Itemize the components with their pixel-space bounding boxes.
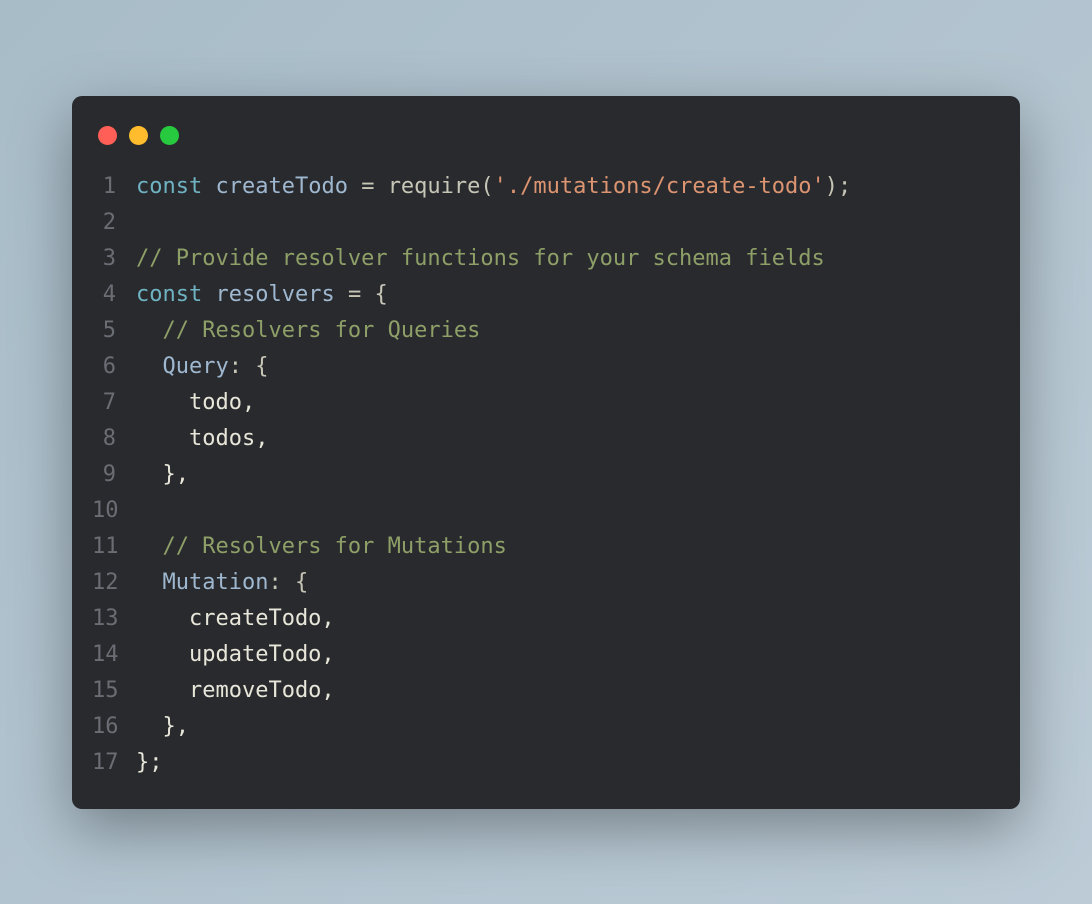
token-str: './mutations/create-todo' bbox=[494, 174, 825, 199]
code-line: 15 removeTodo, bbox=[92, 673, 990, 709]
token-punct: : { bbox=[229, 354, 269, 379]
code-line: 2 bbox=[92, 205, 990, 241]
code-line: 13 createTodo, bbox=[92, 601, 990, 637]
code-content: todos, bbox=[136, 421, 268, 457]
code-window: 1const createTodo = require('./mutations… bbox=[72, 96, 1020, 809]
token-kw: const bbox=[136, 282, 215, 307]
code-line: 8 todos, bbox=[92, 421, 990, 457]
line-number: 2 bbox=[92, 205, 136, 241]
code-line: 4const resolvers = { bbox=[92, 277, 990, 313]
code-line: 16 }, bbox=[92, 709, 990, 745]
token-plain bbox=[136, 570, 163, 595]
code-line: 14 updateTodo, bbox=[92, 637, 990, 673]
line-number: 5 bbox=[92, 313, 136, 349]
code-line: 3// Provide resolver functions for your … bbox=[92, 241, 990, 277]
window-titlebar bbox=[72, 120, 1020, 169]
token-ident: resolvers bbox=[215, 282, 334, 307]
code-line: 5 // Resolvers for Queries bbox=[92, 313, 990, 349]
token-plain: todo, bbox=[136, 390, 255, 415]
token-plain: }, bbox=[136, 714, 189, 739]
token-plain: removeTodo, bbox=[136, 678, 335, 703]
line-number: 16 bbox=[92, 709, 136, 745]
code-line: 9 }, bbox=[92, 457, 990, 493]
token-plain bbox=[348, 174, 361, 199]
close-icon[interactable] bbox=[98, 126, 117, 145]
code-content: removeTodo, bbox=[136, 673, 335, 709]
line-number: 11 bbox=[92, 529, 136, 565]
line-number: 15 bbox=[92, 673, 136, 709]
token-prop: Query bbox=[163, 354, 229, 379]
line-number: 3 bbox=[92, 241, 136, 277]
code-content: Query: { bbox=[136, 349, 268, 385]
token-punct: ); bbox=[825, 174, 852, 199]
line-number: 8 bbox=[92, 421, 136, 457]
code-content: Mutation: { bbox=[136, 565, 308, 601]
code-content: }, bbox=[136, 709, 189, 745]
code-line: 6 Query: { bbox=[92, 349, 990, 385]
code-content: // Resolvers for Queries bbox=[136, 313, 480, 349]
token-punct: ( bbox=[480, 174, 493, 199]
line-number: 14 bbox=[92, 637, 136, 673]
code-line: 17}; bbox=[92, 745, 990, 781]
token-comment: // Resolvers for Mutations bbox=[163, 534, 507, 559]
code-line: 7 todo, bbox=[92, 385, 990, 421]
token-plain bbox=[361, 282, 374, 307]
code-line: 12 Mutation: { bbox=[92, 565, 990, 601]
token-plain: }, bbox=[136, 462, 189, 487]
maximize-icon[interactable] bbox=[160, 126, 179, 145]
token-plain: createTodo, bbox=[136, 606, 335, 631]
code-editor[interactable]: 1const createTodo = require('./mutations… bbox=[72, 169, 1020, 781]
line-number: 7 bbox=[92, 385, 136, 421]
code-content: const resolvers = { bbox=[136, 277, 388, 313]
token-punct: : { bbox=[268, 570, 308, 595]
code-content: // Resolvers for Mutations bbox=[136, 529, 507, 565]
line-number: 9 bbox=[92, 457, 136, 493]
line-number: 12 bbox=[92, 565, 136, 601]
token-punct: { bbox=[374, 282, 387, 307]
token-plain bbox=[136, 534, 163, 559]
minimize-icon[interactable] bbox=[129, 126, 148, 145]
token-comment: // Resolvers for Queries bbox=[163, 318, 481, 343]
token-plain bbox=[136, 318, 163, 343]
code-content: todo, bbox=[136, 385, 255, 421]
line-number: 17 bbox=[92, 745, 136, 781]
code-line: 1const createTodo = require('./mutations… bbox=[92, 169, 990, 205]
token-plain: updateTodo, bbox=[136, 642, 335, 667]
token-plain bbox=[374, 174, 387, 199]
code-line: 11 // Resolvers for Mutations bbox=[92, 529, 990, 565]
token-punct: = bbox=[361, 174, 374, 199]
line-number: 13 bbox=[92, 601, 136, 637]
line-number: 10 bbox=[92, 493, 136, 529]
code-content: }; bbox=[136, 745, 163, 781]
token-plain: }; bbox=[136, 750, 163, 775]
line-number: 6 bbox=[92, 349, 136, 385]
token-fn: require bbox=[388, 174, 481, 199]
code-content: }, bbox=[136, 457, 189, 493]
code-content: const createTodo = require('./mutations/… bbox=[136, 169, 851, 205]
token-kw: const bbox=[136, 174, 215, 199]
token-prop: Mutation bbox=[163, 570, 269, 595]
code-line: 10 bbox=[92, 493, 990, 529]
code-content: createTodo, bbox=[136, 601, 335, 637]
token-ident: createTodo bbox=[215, 174, 347, 199]
line-number: 1 bbox=[92, 169, 136, 205]
code-content: updateTodo, bbox=[136, 637, 335, 673]
code-content: // Provide resolver functions for your s… bbox=[136, 241, 825, 277]
token-comment: // Provide resolver functions for your s… bbox=[136, 246, 825, 271]
line-number: 4 bbox=[92, 277, 136, 313]
token-punct: = bbox=[348, 282, 361, 307]
token-plain bbox=[136, 354, 163, 379]
token-plain bbox=[335, 282, 348, 307]
token-plain: todos, bbox=[136, 426, 268, 451]
